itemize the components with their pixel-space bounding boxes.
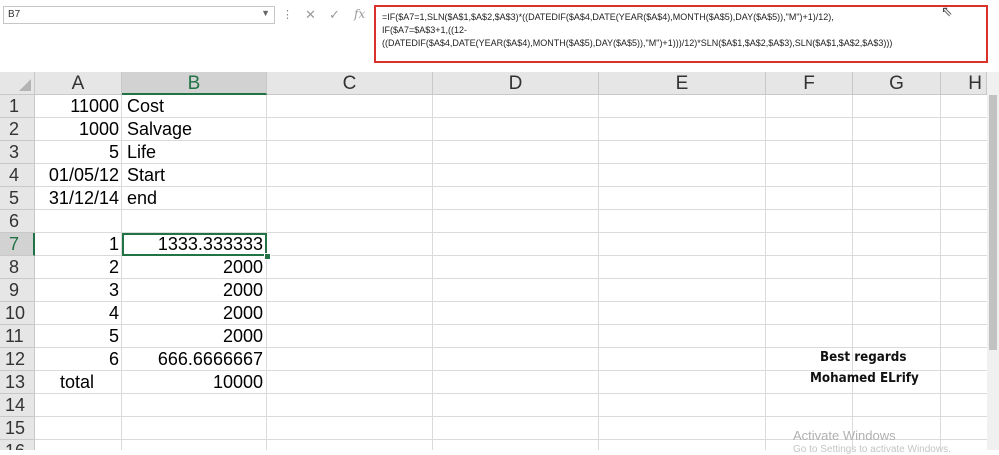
row-header-2[interactable]: 2	[0, 118, 35, 141]
formula-line: ((DATEDIF($A$4,DATE(YEAR($A$4),MONTH($A$…	[382, 38, 893, 48]
row-header-16[interactable]: 16	[0, 440, 35, 450]
row-header-7[interactable]: 7	[0, 233, 35, 256]
enter-icon[interactable]: ✓	[329, 7, 340, 23]
cell-a11[interactable]: 5	[35, 325, 119, 348]
more-options-icon[interactable]: ⋮	[282, 8, 293, 21]
cell-a3[interactable]: 5	[35, 141, 119, 164]
cancel-icon[interactable]: ✕	[305, 7, 316, 23]
select-all-button[interactable]	[0, 72, 35, 95]
cell-b11[interactable]: 2000	[122, 325, 263, 348]
column-header-a[interactable]: A	[35, 72, 122, 95]
cell-a12[interactable]: 6	[35, 348, 119, 371]
row-header-1[interactable]: 1	[0, 95, 35, 118]
spreadsheet-grid[interactable]: A B C D E F G H 1 2 3 4 5 6 7 8 9 10 11 …	[0, 72, 999, 450]
row-header-15[interactable]: 15	[0, 417, 35, 440]
formula-line: IF($A7=$A$3+1,((12-	[382, 25, 468, 35]
signature-line: Mohamed ELrify	[810, 371, 919, 386]
cell-a1[interactable]: 11000	[35, 95, 119, 118]
row-header-14[interactable]: 14	[0, 394, 35, 417]
mouse-cursor-icon: ⇖	[941, 3, 953, 19]
cell-a2[interactable]: 1000	[35, 118, 119, 141]
cell-b12[interactable]: 666.6666667	[122, 348, 263, 371]
gridline	[852, 95, 853, 450]
cell-a9[interactable]: 3	[35, 279, 119, 302]
cell-b5[interactable]: end	[127, 187, 265, 210]
cell-b4[interactable]: Start	[127, 164, 265, 187]
row-header-3[interactable]: 3	[0, 141, 35, 164]
cell-a7[interactable]: 1	[35, 233, 119, 256]
name-box[interactable]: B7 ▼	[3, 6, 275, 24]
scrollbar-thumb[interactable]	[989, 95, 997, 350]
gridline	[598, 95, 599, 450]
chevron-down-icon[interactable]: ▼	[261, 8, 270, 18]
gridline	[765, 95, 766, 450]
row-header-13[interactable]: 13	[0, 371, 35, 394]
cell-a10[interactable]: 4	[35, 302, 119, 325]
cell-b2[interactable]: Salvage	[127, 118, 265, 141]
name-box-value: B7	[8, 9, 21, 20]
column-header-c[interactable]: C	[267, 72, 433, 95]
cell-a5[interactable]: 31/12/14	[35, 187, 119, 210]
signature-line: Best regards	[820, 350, 907, 365]
gridline	[266, 95, 267, 450]
column-header-h[interactable]: H	[941, 72, 987, 95]
column-header-g[interactable]: G	[853, 72, 941, 95]
cell-b3[interactable]: Life	[127, 141, 265, 164]
row-header-6[interactable]: 6	[0, 210, 35, 233]
cell-b1[interactable]: Cost	[127, 95, 265, 118]
row-header-5[interactable]: 5	[0, 187, 35, 210]
cell-a4[interactable]: 01/05/12	[35, 164, 119, 187]
cell-a13[interactable]: total	[60, 371, 120, 394]
row-header-4[interactable]: 4	[0, 164, 35, 187]
cell-b8[interactable]: 2000	[122, 256, 263, 279]
column-header-f[interactable]: F	[766, 72, 853, 95]
row-header-10[interactable]: 10	[0, 302, 35, 325]
formula-bar[interactable]: =IF($A7=1,SLN($A$1,$A$2,$A$3)*((DATEDIF(…	[374, 5, 988, 63]
fill-handle[interactable]	[264, 253, 271, 260]
gridline	[35, 416, 987, 417]
cell-a8[interactable]: 2	[35, 256, 119, 279]
column-header-e[interactable]: E	[599, 72, 766, 95]
row-header-9[interactable]: 9	[0, 279, 35, 302]
formula-line: =IF($A7=1,SLN($A$1,$A$2,$A$3)*((DATEDIF(…	[382, 12, 834, 22]
row-header-8[interactable]: 8	[0, 256, 35, 279]
row-header-12[interactable]: 12	[0, 348, 35, 371]
active-cell-border	[122, 233, 267, 256]
gridline	[432, 95, 433, 450]
activation-watermark: Activate Windows	[793, 428, 896, 443]
gridline	[940, 95, 941, 450]
cell-b10[interactable]: 2000	[122, 302, 263, 325]
column-header-d[interactable]: D	[433, 72, 599, 95]
cell-b9[interactable]: 2000	[122, 279, 263, 302]
row-header-11[interactable]: 11	[0, 325, 35, 348]
insert-function-icon[interactable]: fx	[354, 7, 365, 21]
column-header-b[interactable]: B	[122, 72, 267, 95]
cell-b13[interactable]: 10000	[122, 371, 263, 394]
